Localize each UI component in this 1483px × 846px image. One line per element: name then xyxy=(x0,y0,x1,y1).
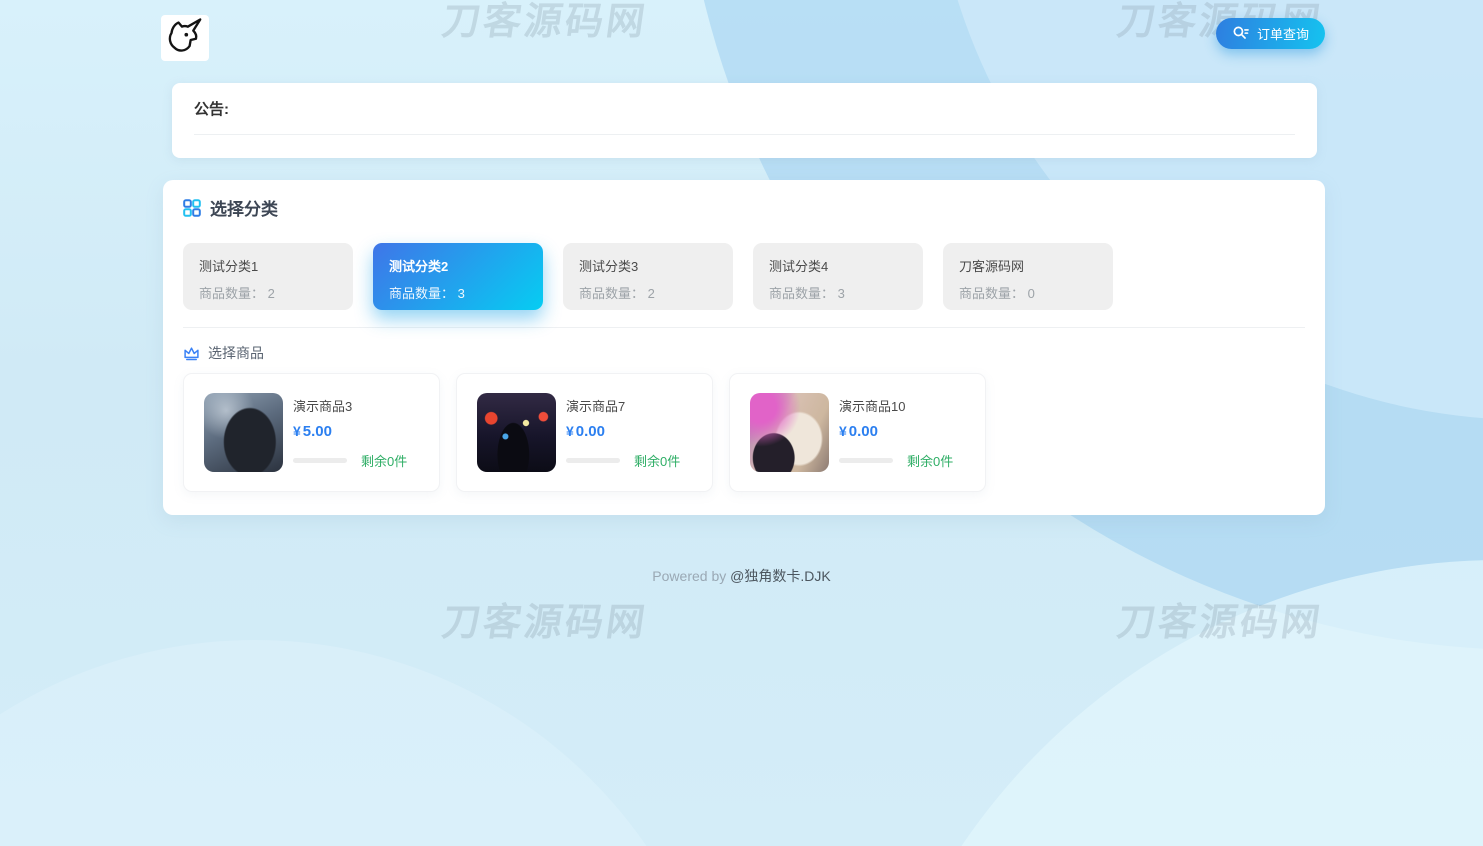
product-name: 演示商品7 xyxy=(566,396,702,415)
order-query-label: 订单查询 xyxy=(1257,24,1309,43)
product-price: ¥0.00 xyxy=(839,423,975,440)
product-name: 演示商品10 xyxy=(839,396,975,415)
product-card-1[interactable]: 演示商品3 ¥5.00 剩余0件 xyxy=(183,373,440,492)
order-query-button[interactable]: 订单查询 xyxy=(1216,18,1325,49)
unicorn-logo-icon xyxy=(164,16,206,61)
product-info: 演示商品3 ¥5.00 剩余0件 xyxy=(293,396,439,470)
category-list: 测试分类1 商品数量： 2 测试分类2 商品数量： 3 测试分类3 商品数量： … xyxy=(183,243,1305,310)
category-name: 测试分类2 xyxy=(389,256,527,275)
product-price: ¥0.00 xyxy=(566,423,702,440)
powered-by-text: Powered by xyxy=(652,568,726,584)
announcement-card: 公告: xyxy=(172,83,1317,158)
category-count: 商品数量： 2 xyxy=(199,283,337,302)
category-name: 刀客源码网 xyxy=(959,256,1097,275)
background-arc-bottom-left xyxy=(0,640,730,846)
watermark-text: 刀客源码网 xyxy=(1114,591,1327,646)
category-name: 测试分类3 xyxy=(579,256,717,275)
product-image xyxy=(204,393,283,472)
product-info: 演示商品7 ¥0.00 剩余0件 xyxy=(566,396,712,470)
category-item-2-active[interactable]: 测试分类2 商品数量： 3 xyxy=(373,243,543,310)
product-name: 演示商品3 xyxy=(293,396,429,415)
category-section-title: 选择分类 xyxy=(210,195,278,220)
search-list-icon xyxy=(1232,25,1249,42)
grid-category-icon xyxy=(183,199,201,217)
category-count: 商品数量： 3 xyxy=(769,283,907,302)
category-name: 测试分类1 xyxy=(199,256,337,275)
category-count: 商品数量： 2 xyxy=(579,283,717,302)
stock-remaining-label: 剩余0件 xyxy=(361,451,407,470)
storefront-page: 刀客源码网 刀客源码网 刀客源码网 刀客源码网 订单查询 公告: xyxy=(0,0,1483,846)
announcement-divider xyxy=(194,134,1295,135)
shop-main-card: 选择分类 测试分类1 商品数量： 2 测试分类2 商品数量： 3 测试分类3 商… xyxy=(163,180,1325,515)
site-logo[interactable] xyxy=(161,15,209,61)
category-name: 测试分类4 xyxy=(769,256,907,275)
brand-link[interactable]: @独角数卡.DJK xyxy=(730,568,831,584)
product-section-title: 选择商品 xyxy=(208,343,264,363)
product-image xyxy=(750,393,829,472)
product-section-header: 选择商品 xyxy=(183,343,1305,363)
category-item-4[interactable]: 测试分类4 商品数量： 3 xyxy=(753,243,923,310)
product-price: ¥5.00 xyxy=(293,423,429,440)
stock-remaining-label: 剩余0件 xyxy=(907,451,953,470)
category-count: 商品数量： 3 xyxy=(389,283,527,302)
footer: Powered by @独角数卡.DJK xyxy=(0,566,1483,586)
category-count: 商品数量： 0 xyxy=(959,283,1097,302)
section-divider xyxy=(183,327,1305,328)
category-item-3[interactable]: 测试分类3 商品数量： 2 xyxy=(563,243,733,310)
category-section-header: 选择分类 xyxy=(183,195,1305,220)
stock-progress-bar xyxy=(293,458,347,463)
watermark-text: 刀客源码网 xyxy=(439,591,652,646)
announcement-label: 公告: xyxy=(194,98,1295,119)
stock-remaining-label: 剩余0件 xyxy=(634,451,680,470)
crown-icon xyxy=(183,345,200,361)
category-item-1[interactable]: 测试分类1 商品数量： 2 xyxy=(183,243,353,310)
product-card-3[interactable]: 演示商品10 ¥0.00 剩余0件 xyxy=(729,373,986,492)
product-info: 演示商品10 ¥0.00 剩余0件 xyxy=(839,396,985,470)
stock-progress-bar xyxy=(566,458,620,463)
product-image xyxy=(477,393,556,472)
watermark-text: 刀客源码网 xyxy=(439,0,652,45)
product-list: 演示商品3 ¥5.00 剩余0件 演示商品7 ¥0.00 剩余0件 xyxy=(183,373,1305,492)
category-item-5[interactable]: 刀客源码网 商品数量： 0 xyxy=(943,243,1113,310)
stock-progress-bar xyxy=(839,458,893,463)
product-card-2[interactable]: 演示商品7 ¥0.00 剩余0件 xyxy=(456,373,713,492)
